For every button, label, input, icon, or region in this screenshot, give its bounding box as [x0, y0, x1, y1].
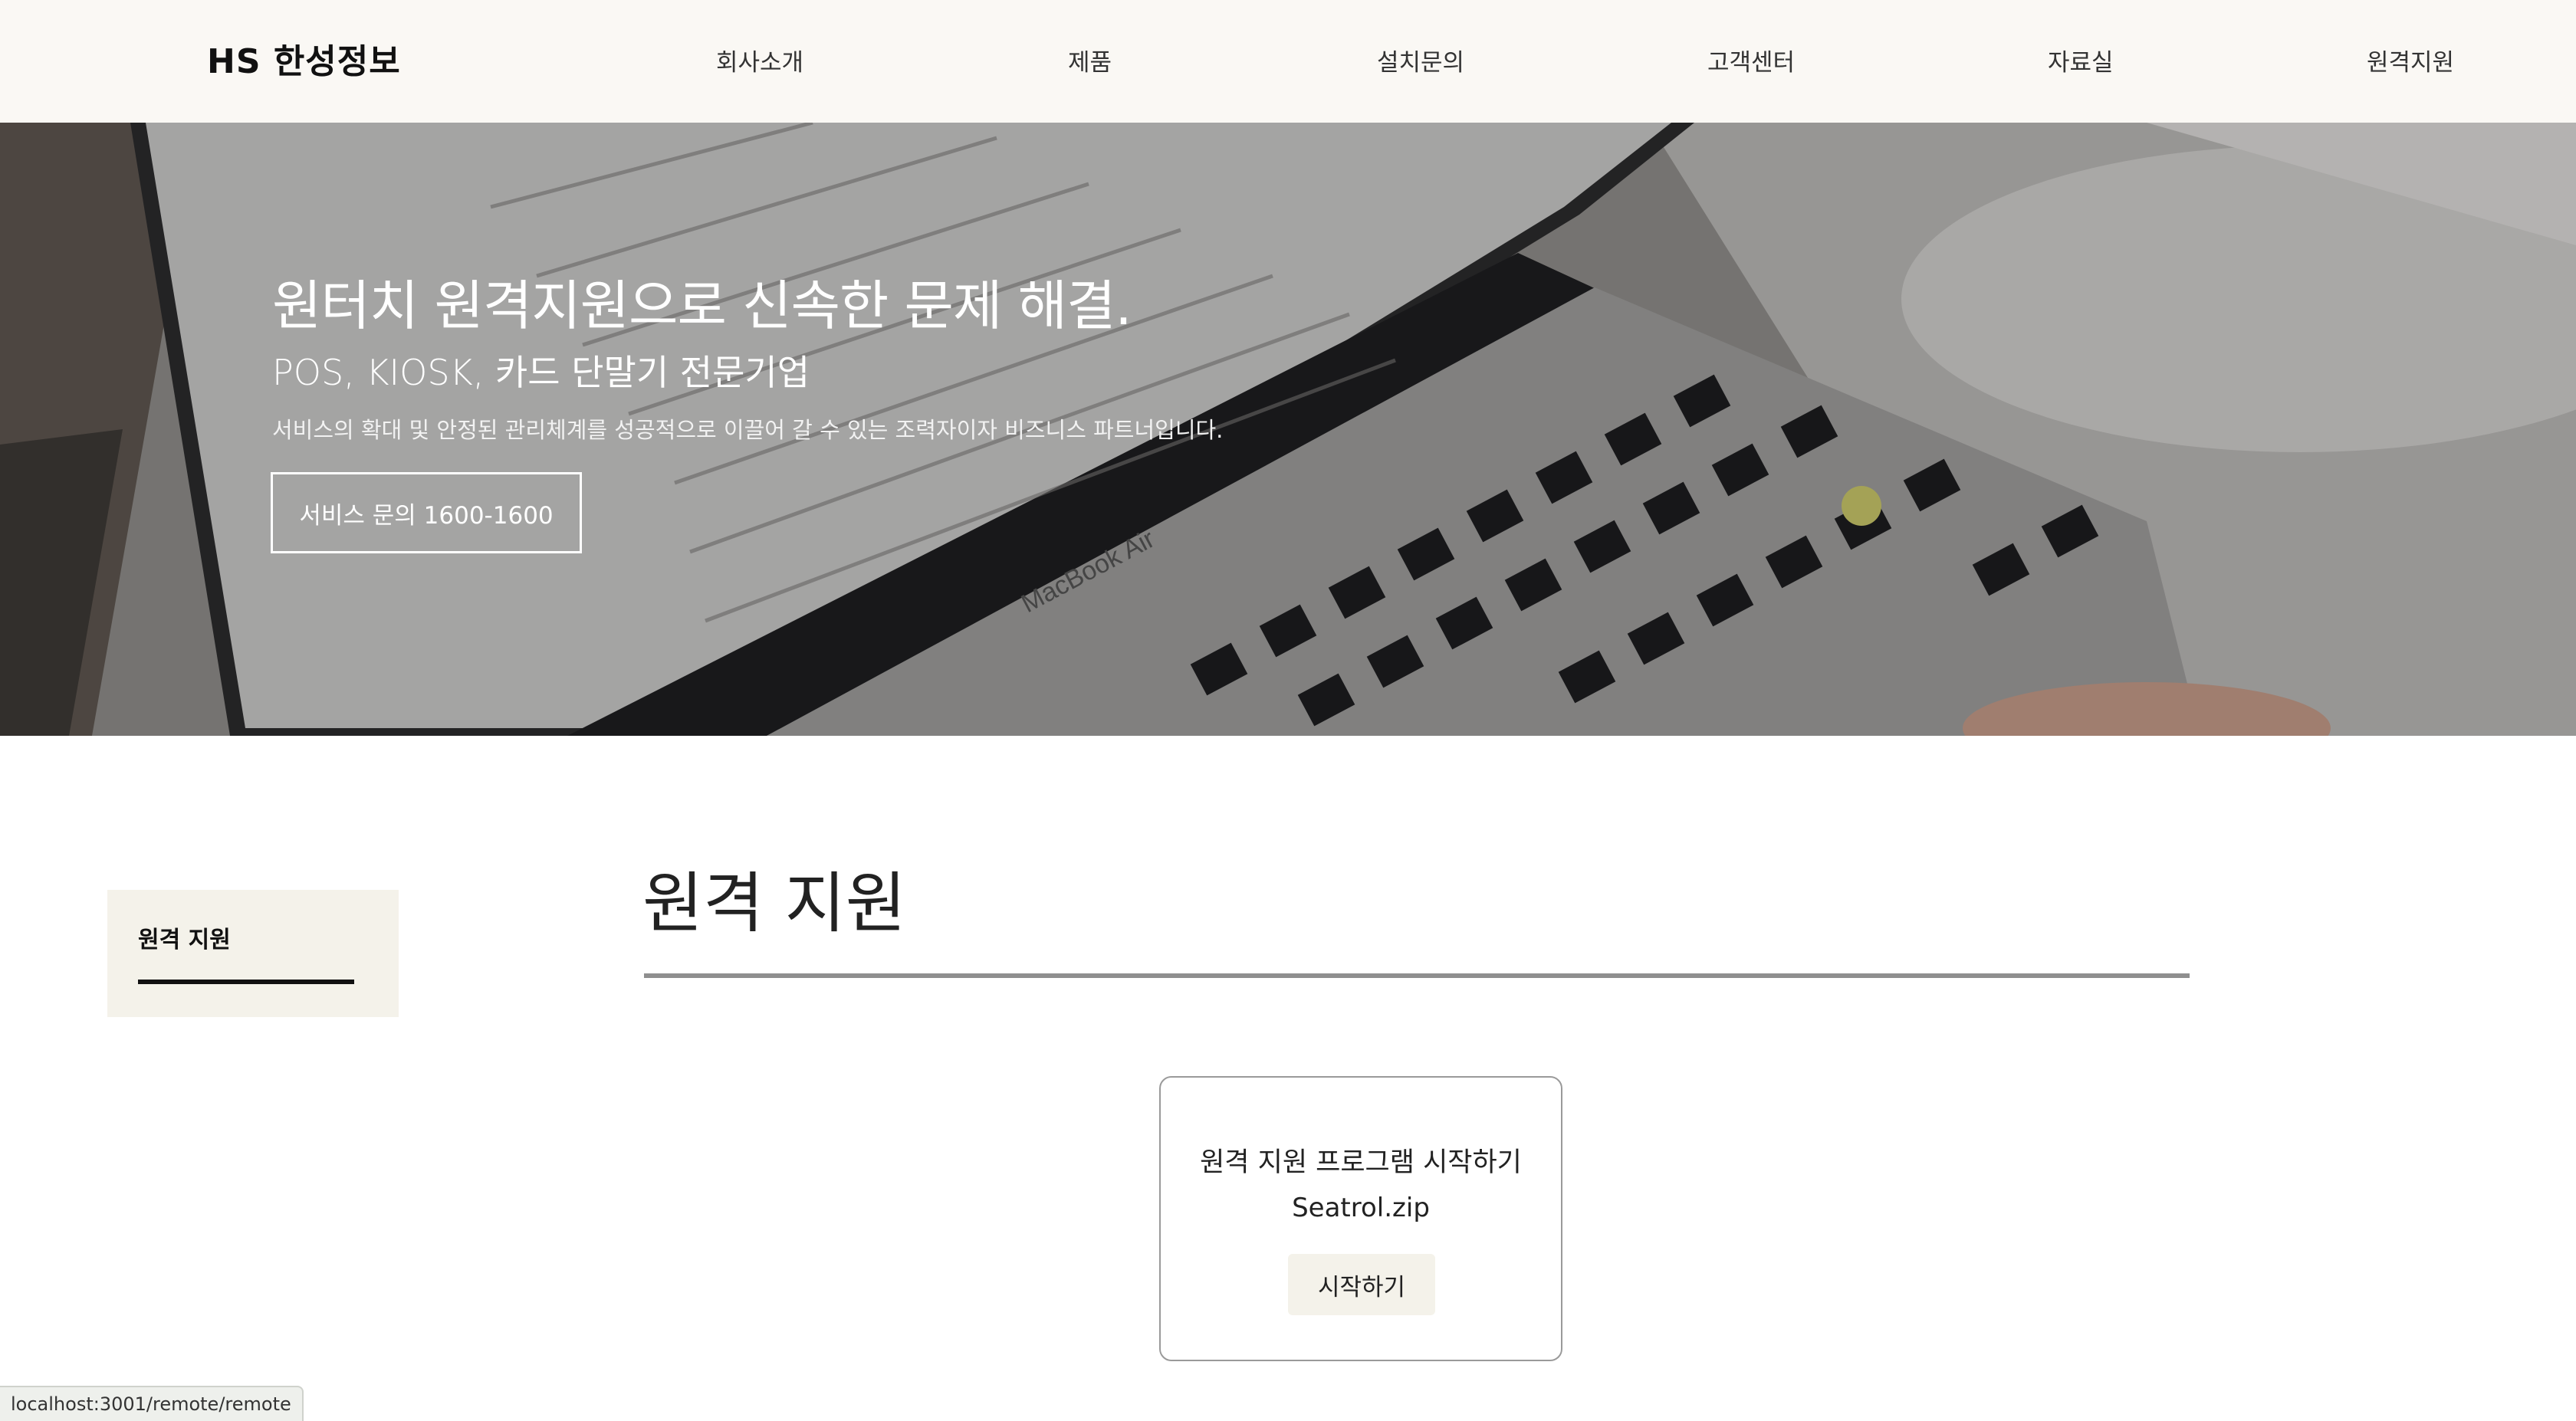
nav-item-products[interactable]: 제품 [1068, 43, 1112, 77]
nav-item-company[interactable]: 회사소개 [716, 43, 803, 77]
site-header: HS 한성정보 회사소개 제품 설치문의 고객센터 자료실 원격지원 [0, 0, 2576, 123]
hero-title: 원터치 원격지원으로 신속한 문제 해결. [272, 274, 1132, 337]
nav-item-customer-center[interactable]: 고객센터 [1707, 43, 1795, 77]
nav-item-downloads[interactable]: 자료실 [2048, 43, 2114, 77]
title-divider [644, 973, 2190, 978]
card-title: 원격 지원 프로그램 시작하기 [1200, 1147, 1522, 1178]
site-logo[interactable]: HS 한성정보 [207, 34, 401, 83]
browser-status-url: localhost:3001/remote/remote [0, 1386, 304, 1421]
nav-item-remote-support[interactable]: 원격지원 [2367, 43, 2454, 77]
hero-subtitle: POS, KIOSK, 카드 단말기 전문기업 [272, 352, 810, 393]
sidebar-active-indicator [138, 980, 354, 984]
hero-description: 서비스의 확대 및 안정된 관리체계를 성공적으로 이끌어 갈 수 있는 조력자… [272, 417, 1224, 443]
hero-banner: MacBook Air 원터치 원격지원으로 신속한 문제 해결. POS, K… [0, 123, 2576, 736]
sidebar-item-remote-support[interactable]: 원격 지원 [138, 921, 231, 954]
page-title: 원격 지원 [642, 865, 906, 942]
sidebar: 원격 지원 [107, 890, 399, 1017]
remote-support-card: 원격 지원 프로그램 시작하기 Seatrol.zip 시작하기 [1159, 1076, 1562, 1361]
start-button[interactable]: 시작하기 [1288, 1254, 1435, 1315]
card-filename: Seatrol.zip [1292, 1193, 1430, 1223]
nav-item-installation[interactable]: 설치문의 [1377, 43, 1464, 77]
service-inquiry-button[interactable]: 서비스 문의 1600-1600 [271, 472, 582, 553]
